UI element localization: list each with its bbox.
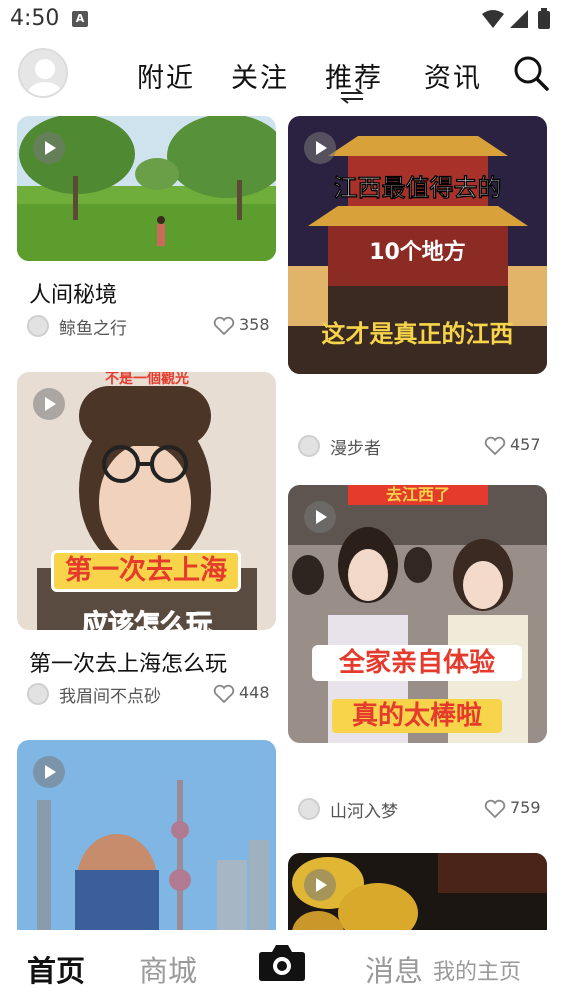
play-icon <box>304 869 336 901</box>
overlay-text-line3: 这才是真正的江西 <box>321 320 514 348</box>
overlay-text-line1: 全家亲自体验 <box>312 645 522 681</box>
play-icon <box>33 388 65 420</box>
play-icon <box>33 132 65 164</box>
like-count: 457 <box>510 435 541 454</box>
heart-icon <box>484 799 506 819</box>
status-icons <box>482 8 550 29</box>
card-meta: 我眉间不点砂 448 <box>27 682 275 708</box>
card-thumbnail[interactable]: 不是一個觀光 第一次去上海 应该怎么玩 <box>17 372 276 630</box>
swap-arrows-icon[interactable] <box>339 88 365 104</box>
like-button[interactable]: 448 <box>213 682 275 708</box>
notification-icon: A <box>72 11 88 27</box>
overlay-text-line1: 江西最值得去的 <box>333 174 502 203</box>
feed-card[interactable]: 人间秘境 鲸鱼之行 358 <box>17 116 276 344</box>
overlay-text-line2: 10个地方 <box>369 240 466 265</box>
author-name: 山河入梦 <box>330 802 398 822</box>
play-icon <box>33 756 65 788</box>
bottom-nav: 首页 商城 消息 我的主页 <box>0 930 564 1004</box>
tab-news[interactable]: 资讯 <box>424 56 482 95</box>
like-count: 759 <box>510 798 541 817</box>
camera-icon[interactable] <box>258 942 306 982</box>
nav-profile[interactable]: 我的主页 <box>433 954 521 986</box>
card-meta: 鲸鱼之行 358 <box>27 314 275 340</box>
tab-nearby[interactable]: 附近 <box>137 56 195 95</box>
card-meta: 漫步者 457 <box>298 434 546 460</box>
wifi-icon <box>482 10 504 28</box>
user-avatar[interactable] <box>18 48 68 98</box>
overlay-text-top: 不是一個觀光 <box>105 372 189 387</box>
like-button[interactable]: 457 <box>484 434 546 460</box>
card-thumbnail[interactable]: 江西最值得去的 10个地方 这才是真正的江西 <box>288 116 547 374</box>
overlay-text-top: 去江西了 <box>348 485 488 505</box>
feed-card[interactable] <box>288 853 547 930</box>
play-icon <box>304 132 336 164</box>
like-button[interactable]: 358 <box>213 314 275 340</box>
nav-home[interactable]: 首页 <box>27 948 85 990</box>
status-time: 4:50 <box>10 6 60 31</box>
feed-card[interactable]: 不是一個觀光 第一次去上海 应该怎么玩 第一次去上海怎么玩 我眉间不点砂 448 <box>17 372 276 712</box>
like-button[interactable]: 759 <box>484 797 546 823</box>
heart-icon <box>213 316 235 336</box>
overlay-text-middle: 第一次去上海 <box>51 550 241 592</box>
card-title: 人间秘境 <box>29 283 118 308</box>
author-avatar <box>298 435 320 457</box>
feed-card[interactable]: 江西最值得去的 10个地方 这才是真正的江西 漫步者 457 <box>288 116 547 466</box>
card-thumbnail[interactable] <box>288 853 547 930</box>
heart-icon <box>484 436 506 456</box>
author-name: 漫步者 <box>330 439 381 459</box>
author-avatar <box>27 315 49 337</box>
feed: 人间秘境 鲸鱼之行 358 不是一個觀光 第一次去上海 应该怎么玩 第一次去上海… <box>0 110 564 930</box>
tab-follow[interactable]: 关注 <box>231 56 289 95</box>
feed-card[interactable]: 去江西了 全家亲自体验 真的太棒啦 山河入梦 759 <box>288 485 547 835</box>
author-avatar <box>27 683 49 705</box>
author-name: 鲸鱼之行 <box>59 319 127 339</box>
card-meta: 山河入梦 759 <box>298 797 546 823</box>
overlay-text-line2: 真的太棒啦 <box>332 699 502 733</box>
signal-icon <box>510 10 528 28</box>
status-bar: 4:50 A <box>0 0 564 38</box>
avatar-icon <box>28 59 62 96</box>
nav-mall[interactable]: 商城 <box>139 948 197 990</box>
author-avatar <box>298 798 320 820</box>
like-count: 448 <box>239 683 270 702</box>
heart-icon <box>213 684 235 704</box>
card-title: 第一次去上海怎么玩 <box>29 652 228 677</box>
card-thumbnail[interactable]: 去江西了 全家亲自体验 真的太棒啦 <box>288 485 547 743</box>
search-icon[interactable] <box>512 54 550 92</box>
feed-card[interactable] <box>17 740 276 930</box>
card-thumbnail[interactable] <box>17 740 276 930</box>
author-name: 我眉间不点砂 <box>59 687 161 707</box>
top-nav: 附近 关注 推荐 资讯 <box>0 38 564 110</box>
battery-icon <box>538 11 550 29</box>
play-icon <box>304 501 336 533</box>
nav-messages[interactable]: 消息 <box>365 948 423 990</box>
card-thumbnail[interactable] <box>17 116 276 261</box>
overlay-text-bottom: 应该怎么玩 <box>81 610 212 631</box>
like-count: 358 <box>239 315 270 334</box>
